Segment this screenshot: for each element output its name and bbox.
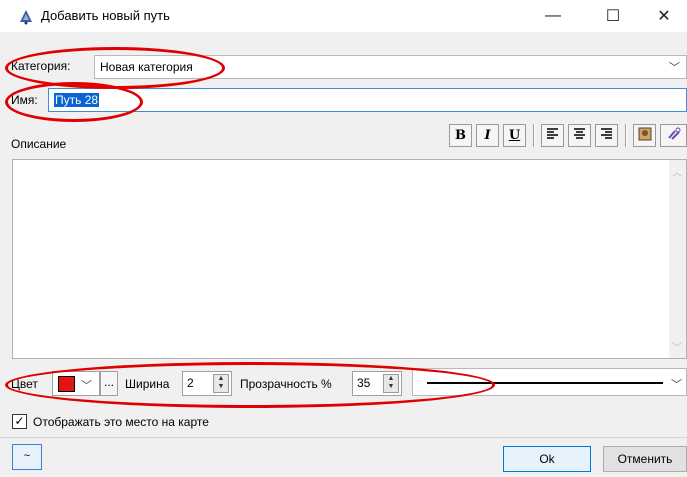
name-value: Путь 28 xyxy=(54,93,100,107)
description-scrollbar[interactable]: ︿ ﹀ xyxy=(669,160,686,358)
align-left-icon xyxy=(546,127,559,144)
opacity-value: 35 xyxy=(357,376,371,390)
align-center-button[interactable] xyxy=(568,124,591,147)
opacity-spin-buttons[interactable]: ▲ ▼ xyxy=(383,374,399,393)
description-label: Описание xyxy=(11,137,67,151)
category-value: Новая категория xyxy=(100,60,193,74)
align-left-button[interactable] xyxy=(541,124,564,147)
maximize-button[interactable]: ☐ xyxy=(590,0,636,32)
opacity-stepper[interactable]: 35 ▲ ▼ xyxy=(352,371,402,396)
app-logo-icon xyxy=(18,9,34,25)
description-textarea[interactable]: ︿ ﹀ xyxy=(12,159,687,359)
insert-image-icon xyxy=(638,127,652,145)
align-right-icon xyxy=(600,127,613,144)
align-right-button[interactable] xyxy=(595,124,618,147)
opacity-label: Прозрачность % xyxy=(240,377,332,391)
chevron-down-icon: ﹀ xyxy=(671,379,682,391)
name-input[interactable]: Путь 28 xyxy=(48,88,687,112)
width-value: 2 xyxy=(187,376,194,390)
tilde-button[interactable]: ~ xyxy=(12,444,42,470)
name-label: Имя: xyxy=(11,93,38,107)
chevron-down-icon: ﹀ xyxy=(669,62,680,74)
color-label: Цвет xyxy=(11,377,38,391)
spin-up-icon[interactable]: ▲ xyxy=(384,375,398,383)
bold-button[interactable]: B xyxy=(449,124,472,147)
spin-down-icon[interactable]: ▼ xyxy=(214,383,228,391)
width-label: Ширина xyxy=(125,377,170,391)
minimize-button[interactable]: — xyxy=(530,0,576,32)
toolbar-divider xyxy=(625,124,627,147)
width-stepper[interactable]: 2 ▲ ▼ xyxy=(182,371,232,396)
insert-image-button[interactable] xyxy=(633,124,656,147)
cancel-button[interactable]: Отменить xyxy=(603,446,687,472)
ok-button[interactable]: Ok xyxy=(503,446,591,472)
chevron-down-icon: ﹀ xyxy=(81,380,92,392)
scroll-down-icon[interactable]: ﹀ xyxy=(672,339,682,354)
close-button[interactable]: ✕ xyxy=(641,0,687,32)
category-label: Категория: xyxy=(11,59,71,73)
insert-link-button[interactable] xyxy=(660,124,687,147)
toolbar-divider xyxy=(533,124,535,147)
window-title: Добавить новый путь xyxy=(41,8,170,23)
spin-up-icon[interactable]: ▲ xyxy=(214,375,228,383)
color-picker[interactable]: ﹀ xyxy=(52,371,100,396)
width-spin-buttons[interactable]: ▲ ▼ xyxy=(213,374,229,393)
show-on-map-label[interactable]: Отображать это место на карте xyxy=(33,415,209,429)
line-style-sample xyxy=(427,382,663,384)
line-style-select[interactable]: ﹀ xyxy=(412,368,687,396)
color-swatch xyxy=(58,376,75,392)
italic-button[interactable]: I xyxy=(476,124,499,147)
underline-button[interactable]: U xyxy=(503,124,526,147)
insert-link-icon xyxy=(666,127,682,145)
title-bar: Добавить новый путь — ☐ ✕ xyxy=(0,0,687,32)
show-on-map-checkbox[interactable]: ✓ xyxy=(12,414,27,429)
category-select[interactable]: Новая категория ﹀ xyxy=(94,55,687,79)
align-center-icon xyxy=(573,127,586,144)
more-colors-button[interactable]: ... xyxy=(100,371,118,396)
divider xyxy=(0,437,687,438)
scroll-up-icon[interactable]: ︿ xyxy=(672,164,682,179)
spin-down-icon[interactable]: ▼ xyxy=(384,383,398,391)
